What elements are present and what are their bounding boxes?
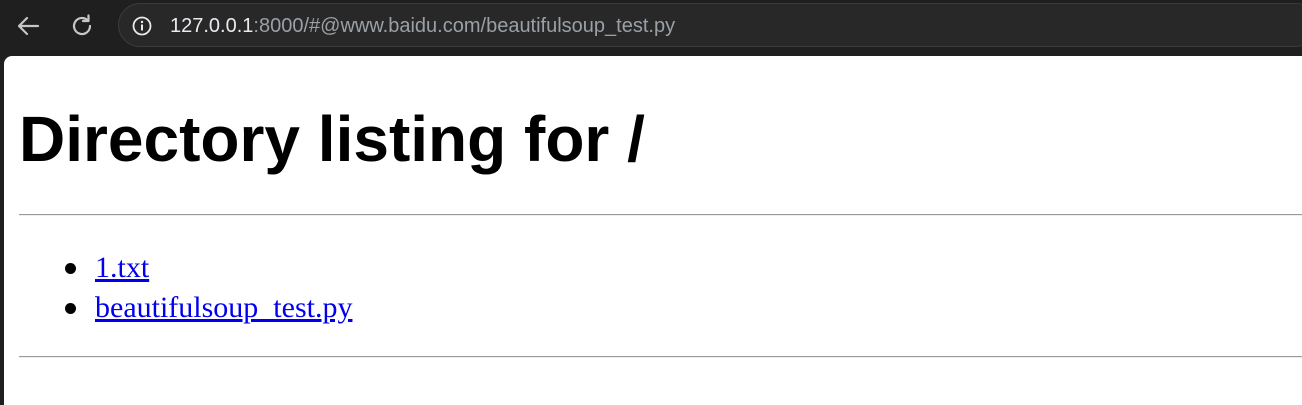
bullet-icon — [65, 263, 76, 274]
divider-top — [19, 214, 1302, 216]
file-link-1-txt[interactable]: 1.txt — [95, 248, 149, 288]
browser-toolbar: 127.0.0.1:8000/#@www.baidu.com/beautiful… — [0, 0, 1302, 56]
site-info-button[interactable] — [129, 13, 155, 39]
url-text[interactable]: 127.0.0.1:8000/#@www.baidu.com/beautiful… — [170, 14, 675, 38]
reload-icon — [72, 14, 92, 36]
bullet-icon — [65, 303, 76, 314]
url-host: 127.0.0.1 — [170, 15, 254, 37]
file-link-beautifulsoup-test-py[interactable]: beautifulsoup_test.py — [95, 288, 352, 328]
page-content: Directory listing for / 1.txt beautifuls… — [4, 56, 1302, 405]
url-path: :8000/#@www.baidu.com/beautifulsoup_test… — [253, 15, 676, 37]
reload-button[interactable] — [64, 8, 100, 44]
back-arrow-icon — [17, 16, 40, 36]
back-button[interactable] — [10, 8, 46, 44]
info-icon — [132, 16, 152, 36]
divider-bottom — [19, 356, 1302, 358]
page-title: Directory listing for / — [19, 103, 645, 175]
address-bar[interactable]: 127.0.0.1:8000/#@www.baidu.com/beautiful… — [118, 3, 1302, 47]
